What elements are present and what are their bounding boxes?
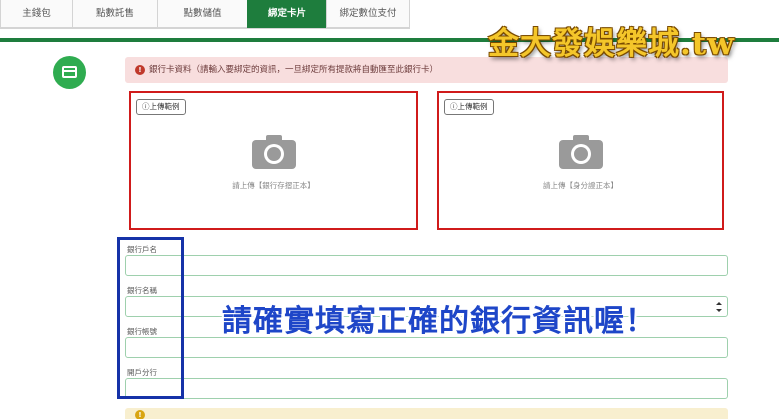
exclamation-icon: ! <box>135 409 145 419</box>
tab-points-topup[interactable]: 點數儲值 <box>157 0 247 28</box>
tab-main-wallet[interactable]: 主錢包 <box>0 0 72 28</box>
account-number-input[interactable] <box>125 337 728 358</box>
upload-example-button[interactable]: ⓘ上傳範例 <box>136 99 186 115</box>
credit-card-icon <box>53 56 86 89</box>
exclamation-icon: ! <box>135 64 145 75</box>
upload-hint: 請上傳【銀行存摺正本】 <box>232 181 315 190</box>
upload-bank-passbook[interactable]: ⓘ上傳範例 請上傳【銀行存摺正本】 <box>129 91 418 230</box>
label-highlight-box <box>117 237 184 399</box>
upload-hint: 請上傳【身分證正本】 <box>543 181 618 190</box>
camera-icon <box>558 135 603 169</box>
brand-logo: 金大發娛樂城.tw <box>488 26 735 62</box>
alert-text: 銀行卡資料（請輸入要綁定的資訊，一旦綁定所有提款將自動匯至此銀行卡） <box>149 65 439 75</box>
tab-bind-card[interactable]: 綁定卡片 <box>247 0 326 28</box>
upload-example-button[interactable]: ⓘ上傳範例 <box>444 99 494 115</box>
branch-input[interactable] <box>125 378 728 399</box>
overlay-caption: 請確實填寫正確的銀行資訊喔！ <box>222 304 656 339</box>
camera-icon <box>251 135 296 169</box>
tab-points-consignment[interactable]: 點數託售 <box>72 0 157 28</box>
bottom-notice: ! <box>125 408 728 419</box>
tab-bar: 主錢包 點數託售 點數儲值 綁定卡片 綁定數位支付 <box>0 0 410 29</box>
select-arrows-icon <box>716 302 722 312</box>
tab-bind-digital-payment[interactable]: 綁定數位支付 <box>326 0 410 28</box>
upload-id-card[interactable]: ⓘ上傳範例 請上傳【身分證正本】 <box>437 91 724 230</box>
account-name-input[interactable] <box>125 255 728 276</box>
